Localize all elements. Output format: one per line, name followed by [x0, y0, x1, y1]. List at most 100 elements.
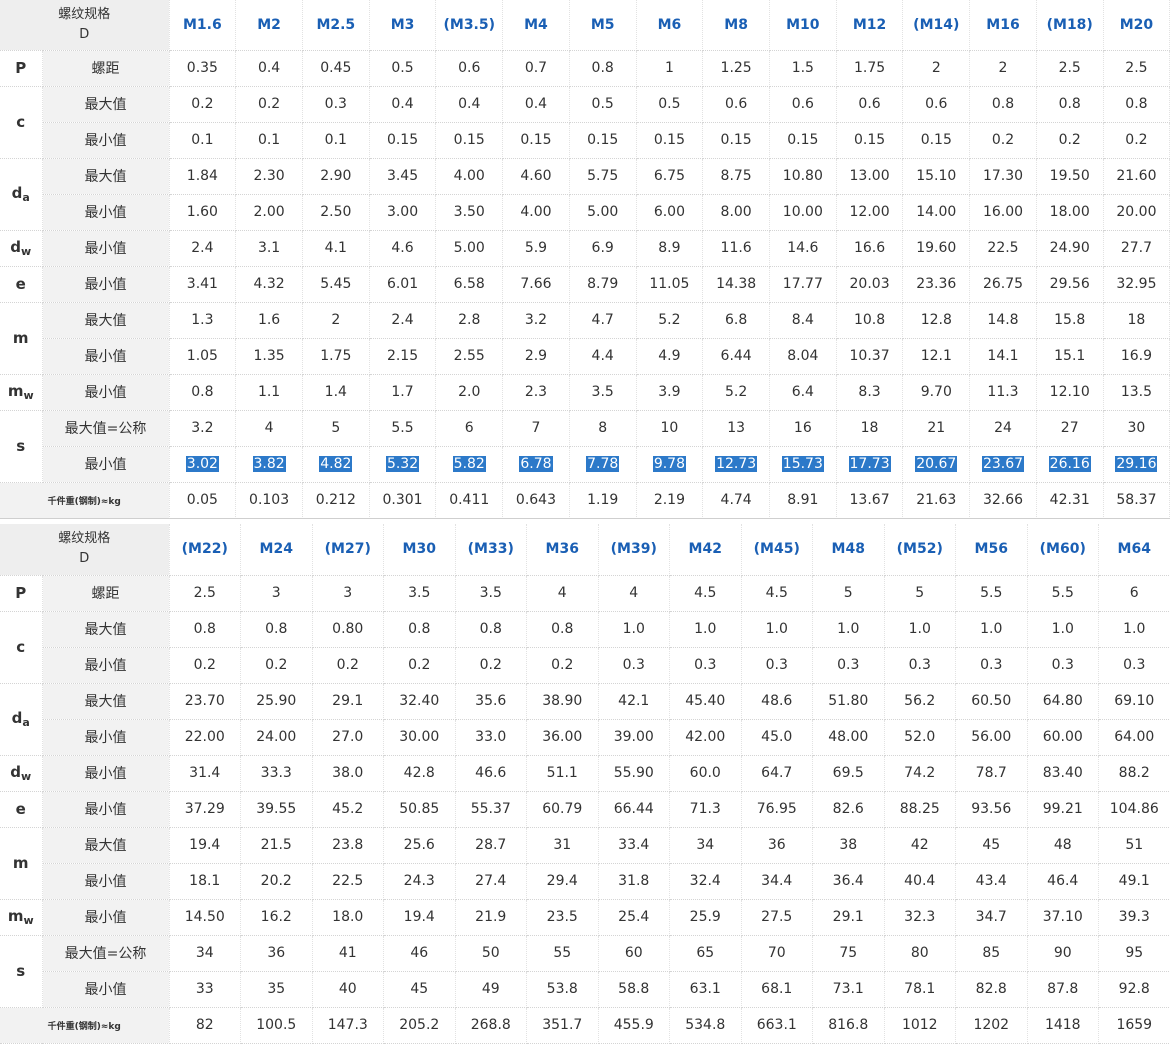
- table-cell: 4.00: [435, 158, 504, 195]
- table-cell: 1.25: [702, 50, 770, 87]
- table-cell: 0.15: [636, 122, 704, 159]
- table-cell: 38.90: [526, 683, 599, 720]
- table-cell: 0.15: [836, 122, 904, 159]
- table-cell: 0.643: [502, 482, 570, 519]
- selected-value[interactable]: 5.82: [452, 456, 486, 472]
- table-cell: 1.35: [235, 338, 303, 375]
- parameter-symbol: dw: [0, 755, 43, 792]
- selected-value[interactable]: 5.32: [385, 456, 420, 472]
- table-cell: 6: [435, 410, 504, 447]
- selected-value[interactable]: 26.16: [1048, 456, 1091, 472]
- table-cell: 4: [598, 575, 671, 612]
- table-row: 最小值 22.00 24.00 27.0 30.00 33.0 36.00 39.00 42.0…: [0, 719, 1170, 756]
- table-cell: 0.2: [240, 647, 313, 684]
- symbol-text: m: [7, 382, 24, 400]
- table-cell: 0.2: [169, 86, 237, 123]
- table-cell: 0.6: [435, 50, 504, 87]
- table-cell: 27: [1036, 410, 1104, 447]
- table-cell: 11.3: [969, 374, 1037, 411]
- table-cell: 8.3: [836, 374, 904, 411]
- table-cell: 2.90: [302, 158, 370, 195]
- selected-value[interactable]: 12.73: [715, 456, 758, 472]
- table-cell: 0.15: [369, 122, 437, 159]
- table-cell: 99.21: [1027, 791, 1100, 828]
- parameter-symbol: dw: [0, 230, 43, 267]
- selected-value[interactable]: 3.82: [252, 456, 286, 472]
- table-cell: 0.6: [702, 86, 770, 123]
- selected-value[interactable]: 17.73: [848, 456, 891, 472]
- table-cell: 33: [169, 971, 242, 1008]
- table-cell: 55: [526, 935, 599, 972]
- table-cell: 5.32: [369, 446, 437, 483]
- table-cell: 4.6: [369, 230, 437, 267]
- selected-value[interactable]: 15.73: [781, 456, 824, 472]
- table-cell: 42: [884, 827, 957, 864]
- table-cell: 1012: [884, 1007, 957, 1044]
- table-cell: 22.5: [312, 863, 385, 900]
- table-cell: 24.00: [240, 719, 313, 756]
- table-cell: 3.5: [569, 374, 637, 411]
- size-header: M3: [369, 0, 437, 51]
- table-cell: 60.00: [1027, 719, 1100, 756]
- selected-value[interactable]: 23.67: [981, 456, 1025, 472]
- table-cell: 30: [1103, 410, 1170, 447]
- table-cell: 1.6: [235, 302, 303, 339]
- table-row: 千件重(钢制)≈kg 82 100.5 147.3 205.2 268.8 351.7 455…: [0, 1007, 1170, 1044]
- table-cell: 15.10: [902, 158, 971, 195]
- table-cell: 0.7: [502, 50, 570, 87]
- table-cell: 8.4: [769, 302, 837, 339]
- table-cell: 3.00: [369, 194, 437, 231]
- selected-value[interactable]: 6.78: [519, 456, 553, 472]
- table-cell: 12.73: [702, 446, 770, 483]
- symbol-text: c: [16, 638, 26, 656]
- table-cell: 1.60: [169, 194, 237, 231]
- table-cell: 1.75: [302, 338, 370, 375]
- table-cell: 12.1: [902, 338, 971, 375]
- size-header: (M14): [902, 0, 971, 51]
- table-cell: 39.55: [240, 791, 313, 828]
- size-header: M12: [836, 0, 904, 51]
- table-cell: 92.8: [1098, 971, 1170, 1008]
- table-row: 最小值 18.1 20.2 22.5 24.3 27.4 29.4 31.8 32.4 34.4 3…: [0, 863, 1170, 900]
- table-cell: 33.4: [598, 827, 671, 864]
- table-cell: 0.411: [435, 482, 504, 519]
- table-cell: 25.90: [240, 683, 313, 720]
- size-header: M36: [526, 524, 599, 576]
- table-row: m 最大值 19.4 21.5 23.8 25.6 28.7 31 33.4 34 36 38 42 45…: [0, 827, 1170, 900]
- table-cell: 0.8: [569, 50, 637, 87]
- selected-value[interactable]: 20.67: [915, 456, 958, 472]
- table-cell: 0.4: [369, 86, 437, 123]
- table-cell: 0.8: [383, 611, 456, 648]
- table-cell: 24.90: [1036, 230, 1104, 267]
- selected-value[interactable]: 7.78: [586, 456, 620, 472]
- selected-value[interactable]: 3.02: [185, 456, 219, 472]
- table-cell: 33.3: [240, 755, 313, 792]
- size-header: M16: [969, 0, 1037, 51]
- table-cell: 88.2: [1098, 755, 1170, 792]
- row-label: 最小值: [42, 899, 170, 936]
- table-cell: 1.0: [955, 611, 1028, 648]
- table-cell: 0.8: [969, 86, 1037, 123]
- table-cell: 4.82: [302, 446, 370, 483]
- table-cell: 0.2: [383, 647, 456, 684]
- selected-value[interactable]: 29.16: [1115, 456, 1158, 472]
- table-cell: 31: [526, 827, 599, 864]
- table-cell: 29.56: [1036, 266, 1104, 303]
- table-cell: 23.67: [969, 446, 1037, 483]
- table-cell: 10.8: [836, 302, 904, 339]
- table-cell: 22.00: [169, 719, 242, 756]
- table-cell: 0.1: [302, 122, 370, 159]
- selected-value[interactable]: 9.78: [652, 456, 686, 472]
- table-cell: 2: [969, 50, 1037, 87]
- symbol-subscript: w: [21, 770, 32, 783]
- table-cell: 38.0: [312, 755, 385, 792]
- table-row: s 最大值=公称 3.2 4 5 5.5 6 7 8 10 13 16 18 21 24 27 30: [0, 410, 1170, 483]
- table-cell: 5: [884, 575, 957, 612]
- table-cell: 36: [240, 935, 313, 972]
- table-cell: 3.5: [383, 575, 456, 612]
- table-cell: 4.74: [702, 482, 770, 519]
- table-cell: 16.00: [969, 194, 1037, 231]
- selected-value[interactable]: 4.82: [319, 456, 353, 472]
- table-cell: 0.3: [669, 647, 742, 684]
- row-label: 最大值: [42, 302, 170, 339]
